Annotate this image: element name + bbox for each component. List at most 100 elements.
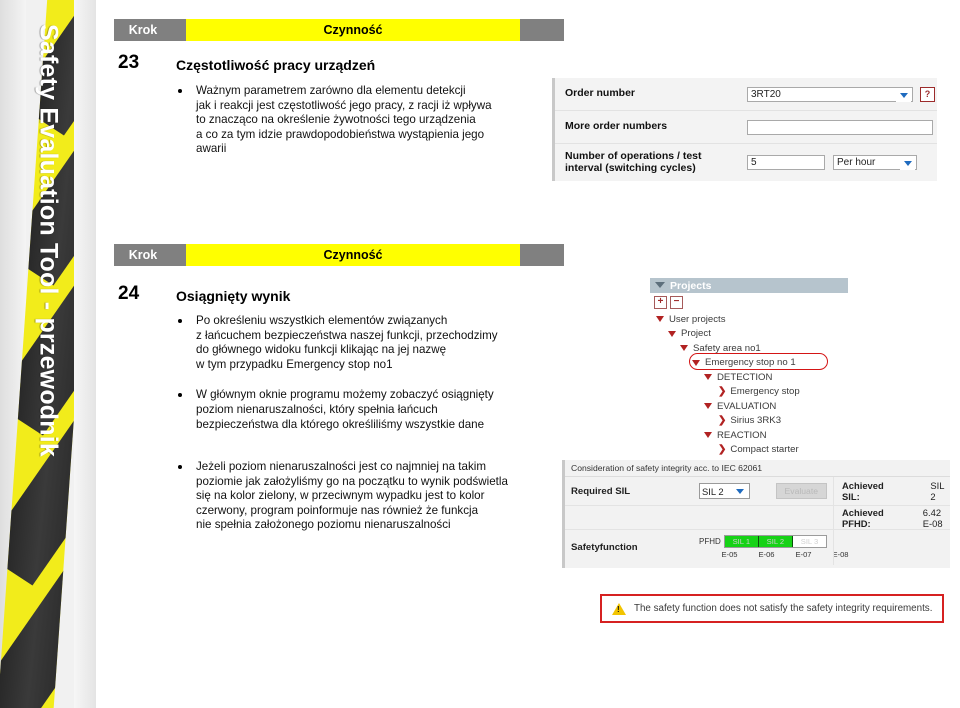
- slide-page: Safety Evaluation Tool - przewodnik Krok…: [0, 0, 960, 708]
- step-title-24: Osiągnięty wynik: [176, 288, 291, 304]
- bullet-list-24-extra: Jeżeli poziom nienaruszalności jest co n…: [174, 460, 524, 545]
- step-number-23: 23: [118, 52, 140, 73]
- chevron-down-icon[interactable]: [732, 485, 748, 498]
- tree-node-label: EVALUATION: [717, 400, 777, 412]
- tree-node-reaction[interactable]: REACTION: [650, 428, 848, 443]
- bullet-line: czerwony, program poinformuje nas równie…: [196, 503, 479, 517]
- help-icon[interactable]: ?: [920, 86, 935, 102]
- tree-node-label: Emergency stop: [730, 386, 800, 398]
- evaluate-button[interactable]: Evaluate: [775, 483, 827, 499]
- tree-node-sirius-3rk3[interactable]: ❯ Sirius 3RK3: [650, 414, 848, 429]
- chevron-down-icon[interactable]: [900, 157, 915, 170]
- achieved-sil-value: SIL 2: [930, 480, 945, 502]
- bullet-line: do głównego widoku funkcji klikając na j…: [196, 343, 447, 357]
- warning-triangle-icon: [612, 602, 626, 615]
- safetyfunction-label: Safetyfunction: [571, 542, 638, 553]
- triangle-down-icon[interactable]: [692, 359, 700, 366]
- czynnosc-label-23: Czynność: [186, 19, 520, 41]
- achieved-pfhd-label: Achieved PFHD:: [842, 506, 884, 529]
- triangle-down-icon[interactable]: [704, 403, 712, 410]
- operations-unit-select[interactable]: Per hour: [833, 155, 917, 170]
- chevron-right-icon[interactable]: ❯: [718, 415, 726, 426]
- bullet-line: awarii: [196, 142, 227, 156]
- achieved-sil-row: Achieved SIL: SIL 2: [833, 477, 950, 506]
- bullet-line: a co za tym idzie prawdopodobieństwa wys…: [196, 127, 485, 141]
- projects-tree-header-label: Projects: [670, 279, 712, 292]
- tree-node-emergency-stop-no-1[interactable]: Emergency stop no 1: [650, 356, 848, 371]
- bullet-item: Po określeniu wszystkich elementów związ…: [174, 314, 519, 372]
- projects-tree-screenshot: Projects + − User projects Project Safet…: [650, 278, 848, 458]
- tree-node-label: DETECTION: [717, 371, 773, 383]
- operations-value: 5: [751, 157, 757, 168]
- bullet-line: Po określeniu wszystkich elementów związ…: [196, 314, 448, 327]
- bullet-line: jak i reakcji jest częstotliwość jego pr…: [196, 98, 492, 112]
- chevron-down-icon[interactable]: [896, 88, 911, 102]
- tree-node-safety-area-no1[interactable]: Safety area no1: [650, 341, 848, 356]
- chevron-right-icon[interactable]: ❯: [718, 386, 726, 397]
- czynnosc-label-24: Czynność: [186, 244, 520, 266]
- triangle-down-icon[interactable]: [704, 432, 712, 439]
- tree-node-user-projects[interactable]: User projects: [650, 312, 848, 327]
- pfhd-segment-sil1: SIL 1: [724, 536, 759, 547]
- required-sil-select[interactable]: SIL 2: [699, 483, 750, 499]
- section-header-bar-24: Krok Czynność: [114, 244, 564, 266]
- tree-node-detection[interactable]: DETECTION: [650, 370, 848, 385]
- pfhd-bar-row: PFHD SIL 1 SIL 2 SIL 3: [699, 535, 827, 548]
- tree-expand-controls: + −: [650, 293, 848, 312]
- pfhd-tick: E-07: [795, 550, 812, 559]
- tree-node-label: Sirius 3RK3: [730, 415, 782, 427]
- tree-node-label: Compact starter: [730, 444, 799, 456]
- sil-empty-cell: [833, 530, 950, 565]
- triangle-down-icon[interactable]: [680, 345, 688, 352]
- bullet-line: bezpieczeństwa dla którego określiliśmy …: [196, 417, 485, 431]
- section-header-bar-23: Krok Czynność: [114, 19, 564, 41]
- hazard-sidebar: Safety Evaluation Tool - przewodnik: [0, 0, 96, 708]
- pfhd-bar: SIL 1 SIL 2 SIL 3: [723, 535, 827, 548]
- sil-panel-title: Consideration of safety integrity acc. t…: [565, 460, 950, 477]
- expand-all-icon[interactable]: +: [654, 296, 667, 309]
- sil-grid: Required SIL SIL 2 Evaluate Achieved SIL…: [565, 477, 950, 565]
- sidebar-title-text: Safety Evaluation Tool - przewodnik: [34, 24, 63, 457]
- tree-node-label: REACTION: [717, 429, 767, 441]
- order-number-row: Order number 3RT20 ?: [555, 78, 937, 111]
- chevron-right-icon[interactable]: ❯: [718, 444, 726, 455]
- operations-value-input[interactable]: 5: [747, 155, 825, 170]
- tree-node-compact-starter[interactable]: ❯ Compact starter: [650, 443, 848, 458]
- tree-node-project[interactable]: Project: [650, 327, 848, 342]
- achieved-sil-label: Achieved SIL:: [842, 480, 884, 502]
- krok-label-23: Krok: [114, 19, 172, 41]
- collapse-all-icon[interactable]: −: [670, 296, 683, 309]
- bar-tail-24: [520, 244, 564, 266]
- order-number-form-screenshot: Order number 3RT20 ? More order numbers …: [552, 78, 937, 181]
- achieved-pfhd-value: 6.42 E-08: [922, 506, 943, 529]
- achieved-pfhd-row: Achieved PFHD: 6.42 E-08: [833, 506, 950, 530]
- krok-label-24: Krok: [114, 244, 172, 266]
- sil-spacer-cell: [565, 506, 833, 530]
- bullet-line: Ważnym parametrem zarówno dla elementu d…: [196, 84, 466, 97]
- more-order-numbers-input[interactable]: [747, 119, 933, 135]
- pfhd-tick: E-05: [721, 550, 738, 559]
- sidebar-title-rotated: Safety Evaluation Tool - przewodnik: [0, 0, 96, 708]
- chevron-down-icon[interactable]: [655, 282, 665, 288]
- operations-label-line2: interval (switching cycles): [565, 161, 696, 174]
- bullet-list-23: Ważnym parametrem zarówno dla elementu d…: [174, 84, 514, 169]
- operations-unit-value: Per hour: [837, 157, 876, 168]
- bullet-item: Jeżeli poziom nienaruszalności jest co n…: [174, 460, 524, 533]
- bullet-line: z łańcuchem bezpieczeństwa naszej funkcj…: [196, 328, 498, 342]
- order-number-label: Order number: [565, 87, 636, 100]
- bullet-line: Jeżeli poziom nienaruszalności jest co n…: [196, 460, 486, 473]
- triangle-down-icon[interactable]: [704, 374, 712, 381]
- triangle-down-icon[interactable]: [656, 316, 664, 323]
- tree-node-emergency-stop[interactable]: ❯ Emergency stop: [650, 385, 848, 400]
- tree-node-label: Safety area no1: [693, 342, 761, 354]
- order-number-value: 3RT20: [751, 88, 781, 100]
- bullet-item: Ważnym parametrem zarówno dla elementu d…: [174, 84, 514, 157]
- triangle-down-icon[interactable]: [668, 330, 676, 337]
- pfhd-tick: E-06: [758, 550, 775, 559]
- pfhd-segment-sil3: SIL 3: [792, 536, 827, 547]
- bullet-list-24: Po określeniu wszystkich elementów związ…: [174, 314, 519, 444]
- bar-tail-23: [520, 19, 564, 41]
- tree-node-evaluation[interactable]: EVALUATION: [650, 399, 848, 414]
- bullet-line: to znacząco na określenie żywotności teg…: [196, 113, 476, 127]
- order-number-input[interactable]: 3RT20: [747, 86, 913, 102]
